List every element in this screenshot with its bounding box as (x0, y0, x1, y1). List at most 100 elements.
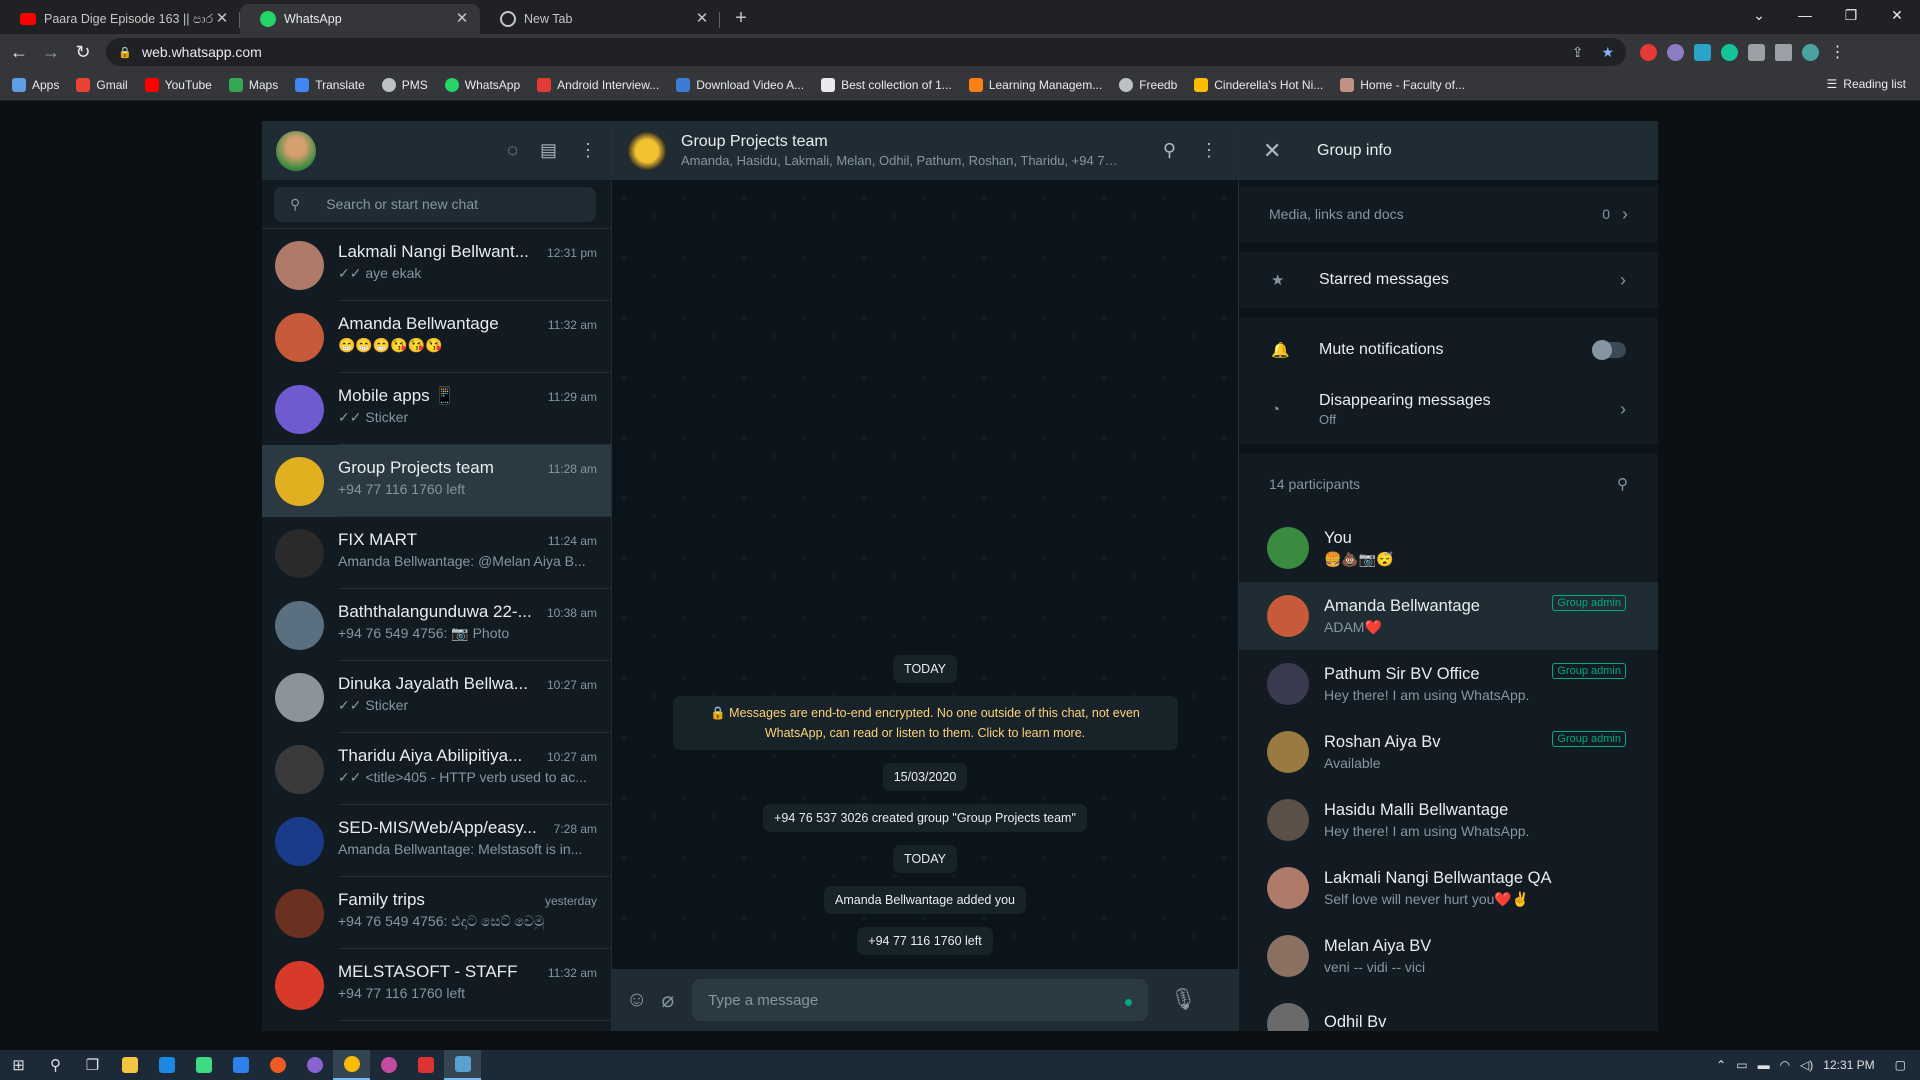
my-avatar[interactable] (276, 130, 316, 171)
chat-list-item[interactable]: Lakmali Nangi Bellwant... 12:31 pm ✓✓ aye … (262, 229, 611, 301)
network-icon[interactable]: ▭ (1736, 1058, 1747, 1072)
group-avatar[interactable] (627, 130, 667, 171)
media-icon[interactable] (1775, 43, 1792, 61)
bookmark-youtube[interactable]: YouTube (144, 78, 212, 92)
bookmark-android[interactable]: Android Interview... (537, 78, 659, 92)
conversation-header[interactable]: Group Projects team Amanda, Hasidu, Lakm… (612, 121, 1238, 180)
chat-list-item[interactable]: Amanda Bellwantage 11:32 am 😁😁😁😘😘😘 (262, 301, 611, 373)
battery-icon[interactable]: ▬ (1758, 1058, 1770, 1072)
close-icon[interactable]: ✕ (1263, 138, 1287, 164)
vscode-icon[interactable] (222, 1050, 259, 1080)
restore-button[interactable]: ❐ (1828, 0, 1874, 32)
bookmark-download[interactable]: Download Video A... (676, 78, 804, 92)
new-tab-button[interactable]: + (726, 4, 756, 34)
task-view-icon[interactable]: ❐ (74, 1050, 111, 1080)
tab-new-tab[interactable]: New Tab ✕ (480, 4, 720, 34)
wps-icon[interactable] (407, 1050, 444, 1080)
chrome-icon[interactable] (333, 1050, 370, 1080)
starred-messages[interactable]: ★ Starred messages › (1239, 252, 1658, 308)
menu-kebab-icon[interactable]: ⋮ (1829, 44, 1846, 61)
profile-avatar[interactable] (1802, 43, 1819, 61)
participant-item[interactable]: Odhil Bv (1239, 990, 1658, 1031)
bookmark-best[interactable]: Best collection of 1... (821, 78, 952, 92)
chevron-up-icon[interactable]: ⌃ (1716, 1058, 1726, 1072)
tab-youtube[interactable]: Paara Dige Episode 163 || පාර දිගේ ✕ (0, 4, 240, 34)
reload-button[interactable]: ↻ (70, 39, 96, 65)
close-window-button[interactable]: ✕ (1874, 0, 1920, 32)
bookmark-translate[interactable]: Translate (295, 78, 365, 92)
chat-list-item[interactable]: MELSTASOFT - STAFF 11:32 am +94 77 116 176… (262, 949, 611, 1021)
attach-icon[interactable]: ⌀ (661, 988, 674, 1013)
puzzle-icon[interactable] (1748, 43, 1765, 61)
disappearing-messages[interactable]: ◔ Disappearing messages Off › (1239, 378, 1658, 440)
mute-toggle[interactable] (1592, 340, 1626, 360)
status-icon[interactable]: ◌ (507, 140, 518, 161)
extension-icon[interactable] (1640, 43, 1657, 61)
bookmark-gmail[interactable]: Gmail (76, 78, 128, 92)
mute-notifications[interactable]: 🔔 Mute notifications (1239, 322, 1658, 378)
search-input[interactable]: ⚲ Search or start new chat (274, 186, 596, 222)
address-bar[interactable]: 🔒 web.whatsapp.com ⇪ ★ (106, 38, 1626, 66)
chat-list-item[interactable]: SED-MIS/Web/App/easy... 7:28 am Amanda Bel… (262, 805, 611, 877)
bookmark-freedb[interactable]: Freedb (1119, 78, 1177, 92)
close-tab-icon[interactable]: ✕ (694, 11, 710, 27)
android-studio-icon[interactable] (185, 1050, 222, 1080)
microphone-icon[interactable]: 🎙 (1170, 988, 1197, 1012)
media-links-docs[interactable]: Media, links and docs 0 › (1239, 186, 1658, 242)
bookmark-pms[interactable]: PMS (381, 78, 428, 92)
chat-list-item[interactable]: Tharidu Aiya Abilipitiya... 10:27 am ✓✓ <t… (262, 733, 611, 805)
chat-list-item[interactable]: Baththalangunduwa 22-... 10:38 am +94 76 5… (262, 589, 611, 661)
bookmark-maps[interactable]: Maps (228, 78, 278, 92)
reading-list-button[interactable]: ☰ Reading list (1827, 77, 1906, 91)
bookmark-cinderella[interactable]: Cinderella's Hot Ni... (1194, 78, 1323, 92)
mail-icon[interactable] (148, 1050, 185, 1080)
close-tab-icon[interactable]: ✕ (214, 11, 230, 27)
bookmark-faculty[interactable]: Home - Faculty of... (1340, 78, 1465, 92)
search-icon[interactable]: ⚲ (1617, 475, 1628, 493)
participant-item[interactable]: Amanda Bellwantage ADAM❤️ Group admin (1239, 582, 1658, 650)
menu-kebab-icon[interactable]: ⋮ (579, 140, 597, 161)
chat-list-item[interactable]: Family trips yesterday +94 76 549 4756: එද… (262, 877, 611, 949)
encryption-notice[interactable]: 🔒 Messages are end-to-end encrypted. No … (672, 696, 1178, 750)
back-button[interactable]: ← (6, 39, 32, 65)
participant-item[interactable]: Pathum Sir BV Office Hey there! I am usin… (1239, 650, 1658, 718)
minimize-button[interactable]: — (1782, 0, 1828, 32)
extension-icon[interactable] (1667, 43, 1684, 61)
github-desktop-icon[interactable] (296, 1050, 333, 1080)
search-icon[interactable]: ⚲ (37, 1050, 74, 1080)
menu-kebab-icon[interactable]: ⋮ (1200, 140, 1218, 161)
grammarly-icon[interactable] (1721, 43, 1738, 61)
chat-list-item[interactable]: Mobile apps 📱 11:29 am ✓✓ Sticker (262, 373, 611, 445)
share-icon[interactable]: ⇪ (1572, 44, 1584, 61)
bookmark-apps[interactable]: Apps (12, 78, 59, 92)
participant-item[interactable]: Lakmali Nangi Bellwantage QA Self love wi… (1239, 854, 1658, 922)
volume-icon[interactable]: ◁) (1800, 1058, 1813, 1072)
chat-list-item[interactable]: Dinuka Jayalath Bellwa... 10:27 am ✓✓ Stic… (262, 661, 611, 733)
new-chat-icon[interactable]: ▤ (540, 140, 557, 161)
clock[interactable]: 12:31 PM (1823, 1058, 1874, 1072)
close-tab-icon[interactable]: ✕ (454, 11, 470, 27)
file-explorer-icon[interactable] (111, 1050, 148, 1080)
participant-item[interactable]: Hasidu Malli Bellwantage Hey there! I am … (1239, 786, 1658, 854)
tab-search-icon[interactable]: ⌄ (1736, 0, 1782, 32)
notification-icon[interactable]: ▢ (1895, 1058, 1906, 1072)
app-window-icon[interactable] (444, 1050, 481, 1080)
extension-icon[interactable] (1694, 43, 1711, 61)
participant-item[interactable]: You 🍔💩📷😴 (1239, 514, 1658, 582)
participant-item[interactable]: Roshan Aiya Bv Available Group admin (1239, 718, 1658, 786)
postman-icon[interactable] (259, 1050, 296, 1080)
bookmark-whatsapp[interactable]: WhatsApp (444, 78, 520, 92)
emoji-icon[interactable]: ☺ (626, 988, 647, 1012)
bookmark-learning[interactable]: Learning Managem... (968, 78, 1102, 92)
forward-button[interactable]: → (38, 39, 64, 65)
chat-list-item[interactable]: FIX MART 11:24 am Amanda Bellwantage: @Mel… (262, 517, 611, 589)
chat-list-item[interactable]: Group Projects team 11:28 am +94 77 116 17… (262, 445, 611, 517)
wifi-icon[interactable]: ◠ (1780, 1058, 1790, 1072)
search-icon[interactable]: ⚲ (1163, 140, 1176, 161)
tab-whatsapp[interactable]: WhatsApp ✕ (240, 4, 480, 34)
participant-item[interactable]: Melan Aiya BV veni -- vidi -- vici (1239, 922, 1658, 990)
message-input[interactable]: Type a message (692, 979, 1149, 1021)
app-icon[interactable] (370, 1050, 407, 1080)
windows-start-icon[interactable]: ⊞ (0, 1050, 37, 1080)
bookmark-star-icon[interactable]: ★ (1601, 44, 1614, 61)
